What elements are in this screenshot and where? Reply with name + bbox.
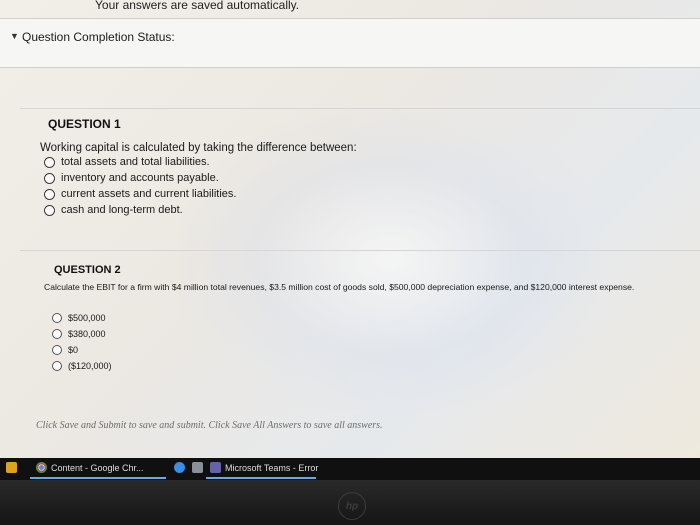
autosave-note: Your answers are saved automatically. — [95, 0, 300, 12]
chrome-label: Content - Google Chr... — [51, 462, 144, 473]
active-indicator — [30, 477, 166, 479]
answer-option[interactable]: ($120,000) — [52, 361, 112, 371]
question-2-title: QUESTION 2 — [54, 264, 121, 276]
answer-option[interactable]: $380,000 — [52, 329, 106, 339]
teams-label: Microsoft Teams - Error — [225, 462, 319, 473]
option-label: $0 — [68, 345, 79, 355]
edge-icon — [174, 462, 185, 473]
radio-button[interactable] — [44, 204, 55, 216]
option-label: inventory and accounts payable. — [61, 172, 219, 184]
option-label: total assets and total liabilities. — [61, 156, 210, 168]
status-label: Question Completion Status: — [22, 30, 175, 44]
radio-button[interactable] — [44, 156, 55, 168]
answer-option[interactable]: inventory and accounts payable. — [44, 172, 219, 184]
answer-option[interactable]: cash and long-term debt. — [44, 204, 183, 216]
question-1-text: Working capital is calculated by taking … — [40, 142, 357, 154]
question-1-title: QUESTION 1 — [48, 117, 121, 131]
screen-glare — [180, 110, 600, 410]
radio-button[interactable] — [44, 172, 55, 184]
taskbar-app-icon[interactable] — [6, 462, 17, 473]
question-2-text: Calculate the EBIT for a firm with $4 mi… — [44, 282, 635, 292]
chevron-down-icon[interactable]: ▼ — [10, 31, 19, 41]
taskbar-chrome-button[interactable]: Content - Google Chr... — [36, 462, 144, 473]
running-indicator — [206, 477, 316, 479]
teams-icon — [210, 462, 221, 473]
answer-option[interactable]: current assets and current liabilities. — [44, 188, 236, 200]
option-label: $380,000 — [68, 329, 106, 339]
radio-button[interactable] — [44, 188, 55, 200]
option-label: ($120,000) — [68, 361, 112, 371]
question-divider — [20, 108, 700, 109]
files-icon — [192, 462, 203, 473]
radio-button[interactable] — [52, 313, 62, 323]
option-label: current assets and current liabilities. — [61, 188, 237, 200]
taskbar-files-button[interactable] — [192, 462, 203, 473]
answer-option[interactable]: $0 — [52, 345, 78, 355]
taskbar-edge-button[interactable] — [174, 462, 185, 473]
taskbar: Content - Google Chr... Microsoft Teams … — [0, 458, 700, 480]
hp-logo-icon: hp — [338, 492, 366, 520]
question-completion-status[interactable]: ▼ Question Completion Status: — [0, 18, 700, 68]
answer-option[interactable]: total assets and total liabilities. — [44, 156, 210, 168]
save-instructions: Click Save and Submit to save and submit… — [36, 420, 383, 431]
radio-button[interactable] — [52, 329, 62, 339]
taskbar-teams-button[interactable]: Microsoft Teams - Error — [210, 462, 318, 473]
chrome-icon — [36, 462, 47, 473]
question-divider — [20, 250, 700, 251]
radio-button[interactable] — [52, 345, 62, 355]
option-label: $500,000 — [68, 313, 106, 323]
answer-option[interactable]: $500,000 — [52, 313, 106, 323]
radio-button[interactable] — [52, 361, 62, 371]
option-label: cash and long-term debt. — [61, 204, 183, 216]
screen: Your answers are saved automatically. ▼ … — [0, 0, 700, 458]
app-icon — [6, 462, 17, 473]
